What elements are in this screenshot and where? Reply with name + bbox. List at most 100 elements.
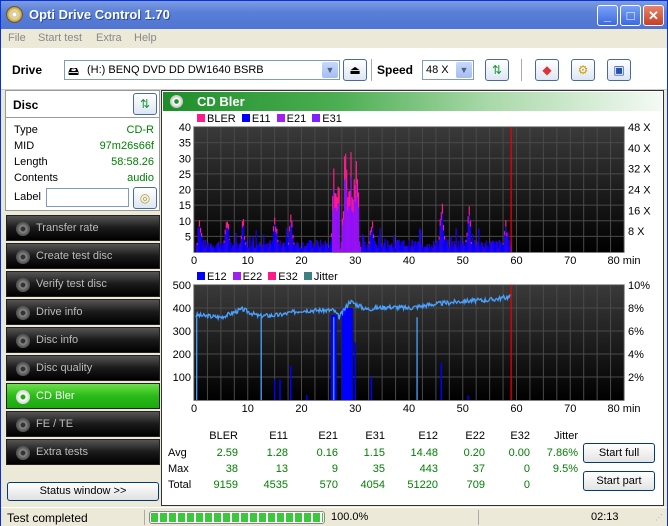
e11-bar <box>383 242 385 252</box>
e11-bar <box>288 244 290 252</box>
menu-extra[interactable]: Extra <box>96 32 122 44</box>
e11-bar <box>479 246 481 252</box>
e11-bar <box>457 241 460 252</box>
e11-bar <box>347 210 349 252</box>
start-full-button[interactable]: Start full <box>583 443 655 463</box>
sidebar-item-drive-info[interactable]: Drive info <box>6 299 160 325</box>
y-tick-label: 15 <box>179 200 191 212</box>
chevron-down-icon[interactable]: ▼ <box>322 62 338 78</box>
x-tick-label: 40 <box>403 255 415 267</box>
save-button[interactable]: ▣ <box>607 59 631 81</box>
stats-cell: 0.16 <box>316 447 338 459</box>
sidebar-item-disc-quality[interactable]: Disc quality <box>6 355 160 381</box>
x-tick-label: 40 <box>403 403 415 415</box>
erase-button[interactable]: ◆ <box>535 59 559 81</box>
e11-bar <box>424 247 426 252</box>
e11-bar <box>313 246 316 252</box>
length-label: Length <box>14 156 48 168</box>
disc-refresh-button[interactable]: ⇅ <box>133 93 157 115</box>
e11-bar <box>352 212 354 252</box>
x-tick-label: 30 <box>349 255 361 267</box>
e11-bar <box>297 243 299 252</box>
e11-bar <box>317 241 319 252</box>
e11-bar <box>436 240 438 252</box>
e11-bar <box>506 236 508 252</box>
e11-bar <box>461 244 463 252</box>
e11-bar <box>389 246 391 252</box>
e11-bar <box>305 246 307 252</box>
minimize-button[interactable]: _ <box>597 5 618 26</box>
e11-bar <box>507 232 509 252</box>
menu-help[interactable]: Help <box>134 32 157 44</box>
e11-bar <box>323 247 325 252</box>
e11-bar <box>225 228 227 252</box>
status-text: Test completed <box>7 511 88 525</box>
sidebar-item-extra-tests[interactable]: Extra tests <box>6 439 160 465</box>
e11-bar <box>498 240 500 252</box>
e11-bar <box>202 244 204 252</box>
drive-select[interactable]: 🖴 (H:) BENQ DVD DD DW1640 BSRB ▼ <box>64 60 340 80</box>
maximize-button[interactable]: □ <box>620 5 641 26</box>
e11-bar <box>359 241 361 252</box>
e11-bar <box>326 243 328 252</box>
sidebar-item-transfer-rate[interactable]: Transfer rate <box>6 215 160 241</box>
chevron-down-icon[interactable]: ▼ <box>456 62 472 78</box>
start-part-button[interactable]: Start part <box>583 471 655 491</box>
refresh-button[interactable]: ⇅ <box>485 59 509 81</box>
e11-bar <box>360 246 362 252</box>
stats-header: Jitter <box>554 430 578 442</box>
stats-header: BLER <box>209 430 238 442</box>
speed-select[interactable]: 48 X ▼ <box>422 60 474 80</box>
disc-icon <box>16 390 30 404</box>
e11-bar <box>228 240 231 252</box>
resize-grip-icon[interactable]: ⋰ <box>655 513 663 522</box>
e11-bar <box>341 225 344 252</box>
sidebar-item-label: Drive info <box>36 306 83 318</box>
drive-value: (H:) BENQ DVD DD DW1640 BSRB <box>87 64 264 76</box>
eject-button[interactable]: ⏏ <box>343 59 367 81</box>
e11-bar <box>269 240 271 252</box>
sidebar-item-create-test-disc[interactable]: Create test disc <box>6 243 160 269</box>
drive-label: Drive <box>12 63 43 77</box>
cd-icon: ◎ <box>139 191 151 205</box>
status-window-button[interactable]: Status window >> <box>7 482 159 501</box>
e11-bar <box>257 245 260 252</box>
e11-bar <box>285 227 288 252</box>
e11-bar <box>345 178 347 252</box>
sidebar-item-fe-te[interactable]: FE / TE <box>6 411 160 437</box>
e11-bar <box>340 242 342 252</box>
e11-bar <box>493 241 495 252</box>
stats-cell: 35 <box>372 463 385 475</box>
e11-bar <box>238 244 240 252</box>
e12-bar <box>370 377 373 400</box>
gears-icon: ⚙ <box>577 63 589 77</box>
progress-bar <box>149 511 325 524</box>
sidebar-item-verify-test-disc[interactable]: Verify test disc <box>6 271 160 297</box>
e11-bar <box>295 244 297 252</box>
e11-bar <box>241 227 244 252</box>
e11-bar <box>368 243 370 252</box>
e11-bar <box>499 241 502 252</box>
sidebar-item-cd-bler[interactable]: CD Bler <box>6 383 160 409</box>
mid-value: 97m26s66f <box>99 140 154 152</box>
menu-file[interactable]: File <box>8 32 26 44</box>
settings-button[interactable]: ⚙ <box>571 59 595 81</box>
sidebar-item-label: Create test disc <box>36 250 113 262</box>
e11-bar <box>489 242 491 252</box>
e11-bar <box>471 234 474 252</box>
e11-bar <box>307 242 309 252</box>
e11-bar <box>490 241 492 252</box>
disc-label-button[interactable]: ◎ <box>133 187 157 209</box>
e12-bar <box>440 363 442 400</box>
e11-bar <box>355 183 357 252</box>
menu-start-test[interactable]: Start test <box>38 32 82 44</box>
e11-bar <box>415 246 418 252</box>
label-input[interactable] <box>46 188 129 207</box>
e11-bar <box>369 234 371 252</box>
sidebar-item-disc-info[interactable]: Disc info <box>6 327 160 353</box>
disc-icon <box>16 278 30 292</box>
close-button[interactable]: ✕ <box>643 5 664 26</box>
e11-bar <box>306 244 308 252</box>
x-tick-label: 80 min <box>607 403 640 415</box>
stats-cell: 1.15 <box>363 447 385 459</box>
